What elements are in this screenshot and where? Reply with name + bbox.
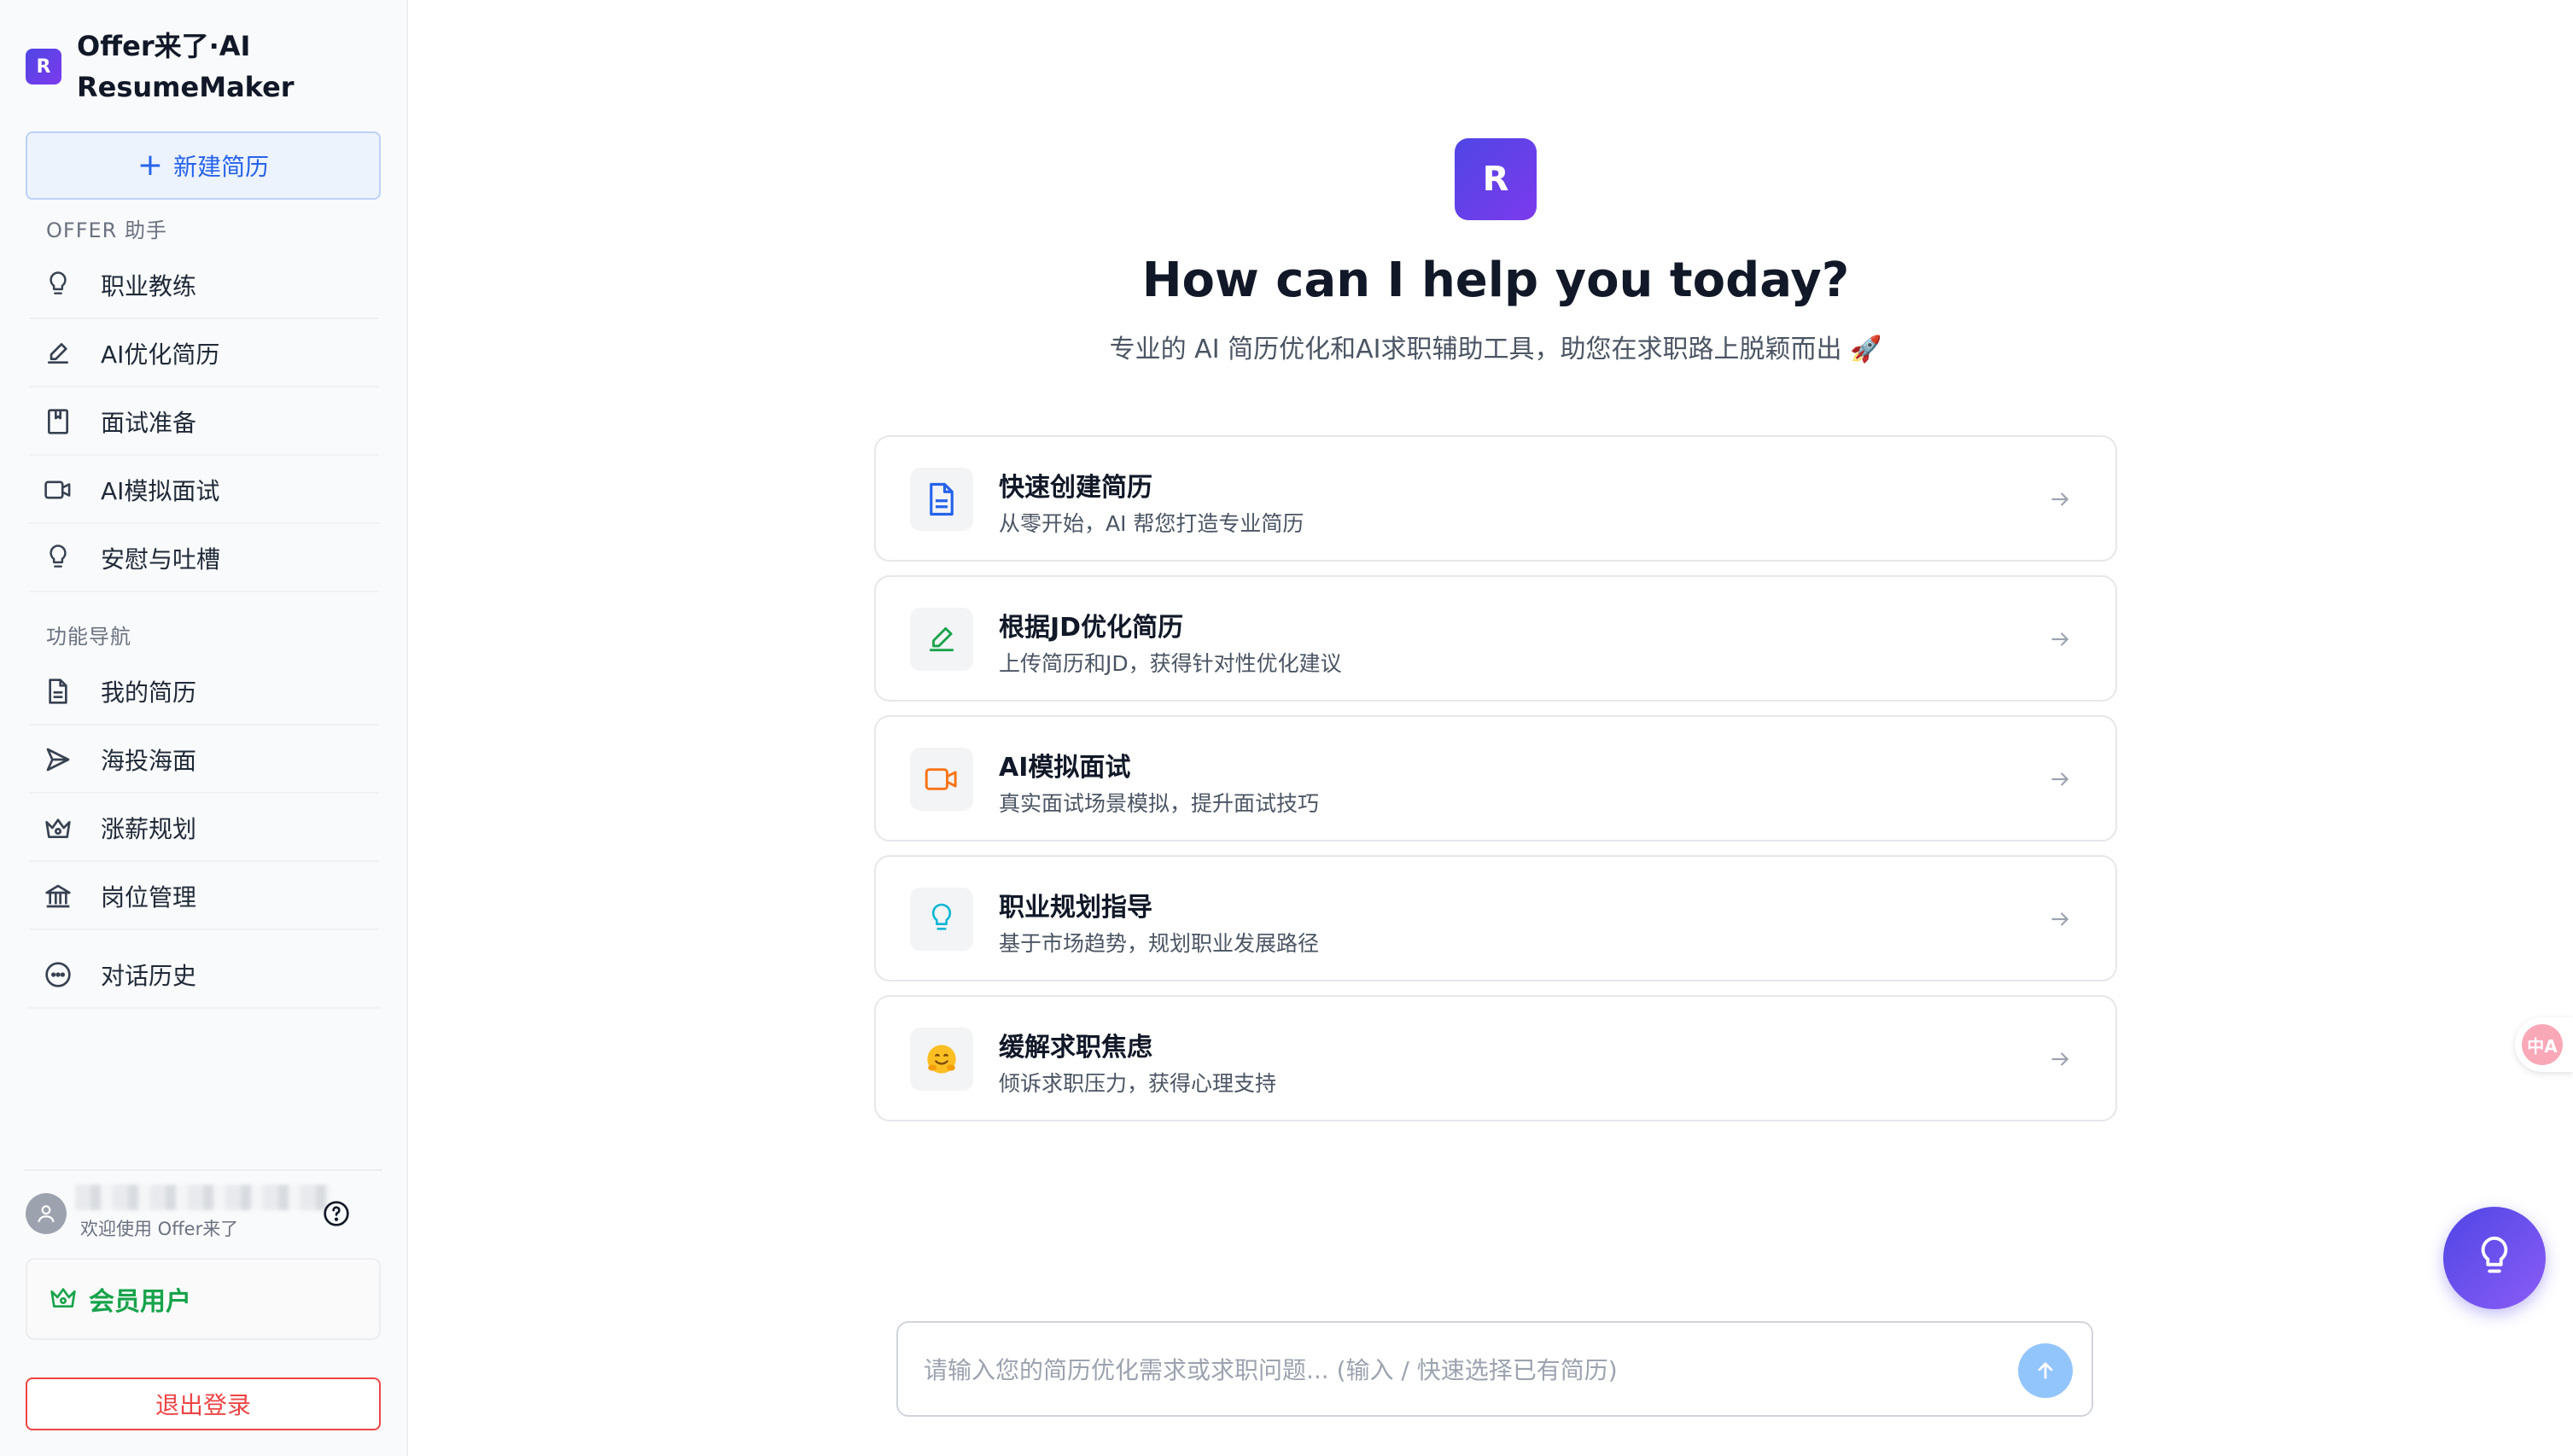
page-subtitle: 专业的 AI 简历优化和AI求职辅助工具，助您在求职路上脱颖而出 🚀: [1109, 335, 1882, 364]
quick-action-career-plan[interactable]: 职业规划指导 基于市场趋势，规划职业发展路径: [874, 855, 2117, 981]
lightbulb-icon: [910, 888, 973, 951]
idea-button[interactable]: [2443, 1207, 2546, 1309]
sidebar-item-label: 职业教练: [101, 272, 197, 300]
arrow-right-icon: [2049, 768, 2071, 794]
sidebar-item-my-resumes[interactable]: 我的简历: [29, 659, 379, 725]
send-icon: [43, 744, 73, 775]
sidebar-item-job-manage[interactable]: 岗位管理: [29, 864, 379, 930]
sidebar-item-salary-plan[interactable]: 涨薪规划: [29, 795, 379, 862]
sidebar-item-label: AI模拟面试: [101, 477, 220, 505]
card-desc: 上传简历和JD，获得针对性优化建议: [999, 651, 1342, 676]
sidebar-item-label: 对话历史: [101, 962, 197, 990]
quick-action-mock-interview[interactable]: AI模拟面试 真实面试场景模拟，提升面试技巧: [874, 715, 2117, 842]
sidebar-item-label: 我的简历: [101, 678, 197, 707]
sidebar-item-mock-interview[interactable]: AI模拟面试: [29, 457, 379, 524]
brand[interactable]: R Offer来了·AI ResumeMaker: [26, 26, 299, 108]
hero-logo: R: [1455, 138, 1537, 220]
question-icon[interactable]: [323, 1200, 350, 1231]
arrow-right-icon: [2049, 628, 2071, 654]
pen-icon: [43, 338, 73, 369]
translate-icon: 中A: [2522, 1024, 2563, 1065]
arrow-right-icon: [2049, 908, 2071, 934]
card-title: 职业规划指导: [999, 893, 1152, 923]
crown-icon: [43, 812, 73, 843]
card-title: 缓解求职焦虑: [999, 1033, 1152, 1063]
card-desc: 从零开始，AI 帮您打造专业简历: [999, 511, 1304, 536]
document-icon: [910, 468, 973, 531]
bookmark-icon: [43, 406, 73, 437]
sidebar-item-label: 岗位管理: [101, 883, 197, 911]
bank-icon: [43, 881, 73, 911]
member-label: 会员用户: [89, 1287, 191, 1317]
app-root: R Offer来了·AI ResumeMaker + 新建简历 OFFER 助手…: [0, 0, 2573, 1456]
card-desc: 倾诉求职压力，获得心理支持: [999, 1071, 1277, 1096]
sidebar-item-label: 海投海面: [101, 747, 197, 775]
chat-icon: [43, 959, 73, 990]
new-resume-button[interactable]: + 新建简历: [26, 131, 381, 200]
sidebar-item-label: AI优化简历: [101, 341, 220, 369]
send-button[interactable]: [2018, 1343, 2073, 1398]
sidebar-item-comfort[interactable]: 安慰与吐槽: [29, 526, 379, 592]
logout-button[interactable]: 退出登录: [26, 1377, 381, 1430]
lightbulb-icon: [43, 543, 73, 574]
sidebar-item-label: 面试准备: [101, 409, 197, 437]
page-title: How can I help you today?: [1141, 253, 1850, 308]
quick-action-create-resume[interactable]: 快速创建简历 从零开始，AI 帮您打造专业简历: [874, 435, 2117, 562]
video-icon: [910, 748, 973, 811]
user-name-redacted: [75, 1185, 331, 1210]
sidebar-item-interview-prep[interactable]: 面试准备: [29, 389, 379, 456]
quick-action-jd-optimize[interactable]: 根据JD优化简历 上传简历和JD，获得针对性优化建议: [874, 575, 2117, 702]
user-profile[interactable]: 欢迎使用 Offer来了: [24, 1169, 382, 1239]
pen-icon: [910, 608, 973, 671]
card-title: AI模拟面试: [999, 753, 1131, 783]
document-icon: [43, 676, 73, 707]
sidebar-item-mass-apply[interactable]: 海投海面: [29, 727, 379, 794]
section-title-assistant: OFFER 助手: [46, 218, 167, 242]
card-desc: 真实面试场景模拟，提升面试技巧: [999, 791, 1320, 816]
brand-name: Offer来了·AI ResumeMaker: [77, 30, 295, 103]
card-title: 快速创建简历: [999, 473, 1152, 503]
plus-icon: +: [137, 148, 164, 183]
sidebar-item-label: 涨薪规划: [101, 815, 197, 843]
brand-logo: R: [26, 49, 61, 84]
hug-emoji-icon: [910, 1028, 973, 1091]
member-badge[interactable]: 会员用户: [26, 1258, 381, 1340]
translate-button[interactable]: 中A: [2515, 1017, 2573, 1072]
sidebar-item-career-coach[interactable]: 职业教练: [29, 253, 379, 319]
chat-input[interactable]: [924, 1348, 1982, 1391]
arrow-up-icon: [2038, 1362, 2053, 1379]
sidebar-item-chat-history[interactable]: 对话历史: [29, 942, 379, 1009]
lightbulb-icon: [43, 270, 73, 300]
card-desc: 基于市场趋势，规划职业发展路径: [999, 931, 1320, 956]
welcome-text: 欢迎使用 Offer来了: [80, 1219, 239, 1239]
arrow-right-icon: [2049, 488, 2071, 514]
avatar: [26, 1193, 67, 1234]
video-icon: [43, 475, 73, 505]
chat-composer: [896, 1321, 2093, 1417]
arrow-right-icon: [2049, 1048, 2071, 1074]
crown-icon: [50, 1284, 77, 1313]
lightbulb-icon: [2481, 1236, 2508, 1273]
sidebar-item-label: 安慰与吐槽: [101, 545, 221, 574]
card-title: 根据JD优化简历: [999, 613, 1184, 643]
sidebar: R Offer来了·AI ResumeMaker + 新建简历 OFFER 助手…: [0, 0, 408, 1456]
new-resume-label: 新建简历: [173, 153, 270, 181]
quick-action-relieve-anxiety[interactable]: 缓解求职焦虑 倾诉求职压力，获得心理支持: [874, 995, 2117, 1121]
section-title-navigation: 功能导航: [46, 625, 131, 649]
sidebar-item-ai-optimize[interactable]: AI优化简历: [29, 321, 379, 387]
